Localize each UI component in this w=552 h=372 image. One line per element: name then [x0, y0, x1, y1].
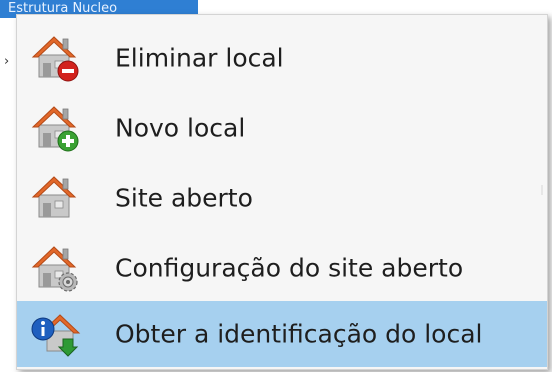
menu-item-delete-site[interactable]: Eliminar local — [17, 25, 547, 91]
menu-item-new-site[interactable]: Novo local — [17, 95, 547, 161]
menu-item-label: Obter a identificação do local — [115, 319, 483, 349]
house-info-icon — [31, 314, 81, 357]
house-settings-icon — [31, 246, 78, 292]
house-remove-icon — [31, 36, 79, 82]
menu-item-open-site-settings[interactable]: Configuração do site aberto — [17, 235, 547, 301]
menu-item-get-site-id[interactable]: Obter a identificação do local — [17, 301, 547, 367]
menu-item-label: Eliminar local — [115, 43, 284, 73]
menu-divider — [541, 185, 543, 195]
screen: Estrutura Nucleo › Eliminar local Novo l… — [0, 0, 552, 372]
menu-item-label: Configuração do site aberto — [115, 253, 464, 283]
menu-item-open-site[interactable]: Site aberto — [17, 165, 547, 231]
house-add-icon — [31, 106, 79, 152]
menu-item-label: Site aberto — [115, 183, 253, 213]
context-menu: Eliminar local Novo local Site aberto Co… — [16, 14, 548, 370]
tree-expander-icon[interactable]: › — [4, 54, 9, 69]
house-icon — [31, 176, 77, 218]
menu-item-label: Novo local — [115, 113, 246, 143]
